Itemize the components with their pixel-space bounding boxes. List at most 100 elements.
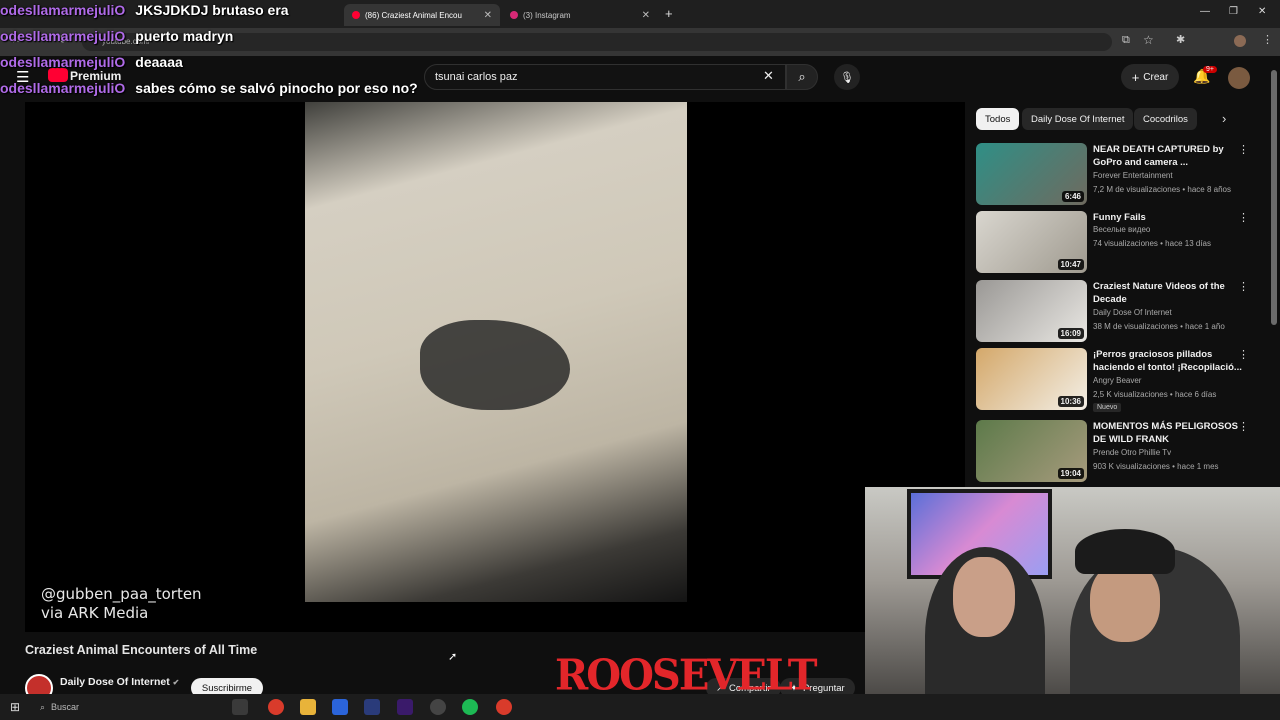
recommendation-meta: 7,2 M de visualizaciones • hace 8 años [1093,185,1231,194]
plus-icon: + [1131,69,1140,85]
more-options-icon[interactable]: ⋮ [1238,280,1249,293]
spotify-icon[interactable] [462,699,478,715]
channel-name[interactable]: Daily Dose Of Internet ✔ [60,676,179,688]
recommendation-meta: 2,5 K visualizaciones • hace 6 días [1093,390,1217,399]
chrome-icon[interactable] [496,699,512,715]
windows-start-icon[interactable]: ⊞ [10,700,20,714]
task-view-icon[interactable] [232,699,248,715]
recommendation-title[interactable]: Funny Fails [1093,211,1245,224]
recommendation-channel[interactable]: Angry Beaver [1093,376,1141,385]
recommendation-meta: 38 M de visualizaciones • hace 1 año [1093,322,1225,331]
clear-search-icon[interactable]: ✕ [763,68,774,84]
taskbar-search[interactable]: ⌕ Buscar [36,698,166,716]
account-avatar[interactable] [1228,67,1250,89]
obs-icon[interactable] [430,699,446,715]
duration-badge: 16:09 [1057,328,1084,339]
tab-label: (3) Instagram [523,10,571,20]
video-thumbnail[interactable]: 6:46 [976,143,1087,205]
chat-text: sabes cómo se salvó pinocho por eso no? [135,80,418,96]
recommendation-title[interactable]: NEAR DEATH CAPTURED by GoPro and camera … [1093,143,1245,169]
profile-avatar[interactable] [1234,35,1246,47]
video-thumbnail[interactable]: 10:36 [976,348,1087,410]
chip-todos[interactable]: Todos [976,108,1020,130]
chat-username: odesllamarmejuliO [0,28,126,44]
taskbar-search-label: Buscar [51,702,80,712]
streamer-left-face [953,557,1015,637]
tab-instagram[interactable]: (3) Instagram ✕ [502,4,658,26]
recommendation-title[interactable]: Craziest Nature Videos of the Decade [1093,280,1245,306]
video-thumbnail[interactable]: 19:04 [976,420,1087,482]
file-explorer-icon[interactable] [300,699,316,715]
recommendation-channel[interactable]: Веселые видео [1093,225,1150,234]
close-window-icon[interactable]: ✕ [1258,6,1266,17]
video-attribution: @gubben_paa_torten via ARK Media [41,585,202,623]
create-button[interactable]: + Crear [1121,64,1179,90]
recommendation-item[interactable]: 16:09 Craziest Nature Videos of the Decad… [976,280,1266,344]
install-app-icon[interactable]: ⧉ [1122,34,1130,47]
recommendation-item[interactable]: 10:47 Funny Fails Веселые видео 74 visualiz… [976,211,1266,275]
new-tab-icon[interactable]: + [665,6,673,21]
url-field[interactable]: youtube.com/ [82,33,1112,51]
chat-message: odesllamarmejuliO JKSJDKDJ brutaso era [0,2,289,18]
chat-text: deaaaa [135,54,183,70]
bookmark-star-icon[interactable]: ☆ [1143,33,1154,47]
streamer-right-face [1090,562,1160,642]
photoshop-icon[interactable] [364,699,380,715]
chrome-icon[interactable] [268,699,284,715]
instagram-icon [510,11,518,19]
video-thumbnail[interactable]: 16:09 [976,280,1087,342]
channel-name-text: Daily Dose Of Internet [60,676,170,688]
search-button[interactable]: ⌕ [786,64,818,90]
chat-text: puerto madryn [135,28,234,44]
recommendation-item[interactable]: 10:36 ¡Perros graciosos pillados haciendo… [976,348,1266,412]
tab-youtube[interactable]: (86) Craziest Animal Encou ✕ [344,4,500,26]
search-icon: ⌕ [798,69,806,84]
more-options-icon[interactable]: ⋮ [1238,143,1249,156]
extensions-icon[interactable]: ✱ [1176,33,1185,46]
duration-badge: 19:04 [1057,468,1084,479]
chat-username: odesllamarmejuliO [0,80,126,96]
recommendation-meta: 74 visualizaciones • hace 13 días [1093,239,1211,248]
duration-badge: 10:47 [1057,259,1084,270]
verified-check-icon: ✔ [172,678,180,687]
recommendation-item[interactable]: 19:04 MOMENTOS MÁS PELIGROSOS DE WILD FRA… [976,420,1266,484]
recommendation-meta: 903 K visualizaciones • hace 1 mes [1093,462,1219,471]
microphone-icon: 🎙 [840,71,854,84]
premiere-icon[interactable] [397,699,413,715]
video-title: Craziest Animal Encounters of All Time [25,643,258,657]
recommendation-title[interactable]: ¡Perros graciosos pillados haciendo el t… [1093,348,1245,374]
create-label: Crear [1143,71,1169,83]
chevron-right-icon[interactable]: › [1222,111,1226,126]
minimize-icon[interactable]: — [1200,6,1210,17]
mouse-cursor-icon: ➚ [448,651,458,663]
close-tab-icon[interactable]: ✕ [642,10,650,21]
voice-search-button[interactable]: 🎙 [834,64,860,90]
video-thumbnail[interactable]: 10:47 [976,211,1087,273]
new-badge: Nuevo [1093,403,1122,412]
todo-icon[interactable] [332,699,348,715]
duration-badge: 6:46 [1061,191,1084,202]
more-options-icon[interactable]: ⋮ [1238,348,1249,361]
duration-badge: 10:36 [1057,396,1084,407]
more-options-icon[interactable]: ⋮ [1238,420,1249,433]
recommendation-channel[interactable]: Forever Entertainment [1093,171,1173,180]
chip-daily-dose[interactable]: Daily Dose Of Internet [1022,108,1134,130]
webcam-overlay [865,487,1280,720]
close-tab-icon[interactable]: ✕ [484,10,492,21]
search-input[interactable]: tsunai carlos paz [424,64,786,90]
tab-label: (86) Craziest Animal Encou [365,10,462,20]
more-options-icon[interactable]: ⋮ [1238,211,1249,224]
streamer-cap [1075,529,1175,574]
chip-cocodrilos[interactable]: Cocodrilos [1134,108,1197,130]
page-scrollbar[interactable] [1271,70,1277,325]
browser-menu-icon[interactable]: ⋮ [1262,33,1273,46]
chat-message: odesllamarmejuliO puerto madryn [0,28,233,44]
youtube-icon [352,11,360,19]
notification-count-badge: 9+ [1203,66,1217,73]
recommendation-item[interactable]: 6:46 NEAR DEATH CAPTURED by GoPro and cam… [976,143,1266,207]
chat-text: JKSJDKDJ brutaso era [135,2,289,18]
restore-icon[interactable]: ❐ [1229,6,1238,17]
recommendation-channel[interactable]: Daily Dose Of Internet [1093,308,1172,317]
recommendation-title[interactable]: MOMENTOS MÁS PELIGROSOS DE WILD FRANK [1093,420,1245,446]
recommendation-channel[interactable]: Prende Otro Phillie Tv [1093,448,1171,457]
